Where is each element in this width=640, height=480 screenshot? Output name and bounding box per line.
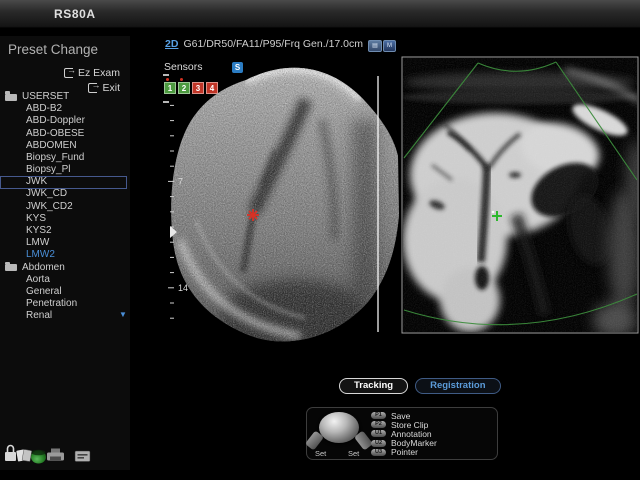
sensor-dash-top bbox=[163, 74, 169, 76]
tree-item[interactable]: Renal bbox=[0, 310, 127, 322]
tree-item[interactable]: JWK_CD bbox=[0, 189, 127, 201]
softkey-pill: U1 bbox=[371, 430, 386, 437]
set-right-label: Set bbox=[348, 449, 359, 458]
tree-item[interactable]: ABD-Doppler bbox=[0, 115, 127, 127]
monitor-badge-icon: ▤ bbox=[368, 40, 382, 52]
reference-mri-image[interactable] bbox=[402, 57, 638, 333]
image-info-bar: 2D G61/DR50/FA11/P95/Frq Gen./17.0cm bbox=[165, 38, 363, 50]
page-title: Preset Change bbox=[8, 42, 98, 57]
tree-item[interactable]: Abdomen bbox=[0, 262, 127, 274]
trackball-icon bbox=[319, 412, 359, 443]
mode-2d-label: 2D bbox=[165, 38, 178, 50]
scroll-down-icon[interactable]: ▼ bbox=[119, 310, 127, 319]
tree-item[interactable]: Biopsy_Pl bbox=[0, 164, 127, 176]
fusion-mode-buttons: Tracking Registration bbox=[339, 378, 501, 394]
ez-exam-icon bbox=[64, 68, 73, 78]
tree-item[interactable]: KYS bbox=[0, 213, 127, 225]
tree-item[interactable]: ABD-B2 bbox=[0, 103, 127, 115]
folder-icon bbox=[5, 94, 17, 101]
image-params-label: G61/DR50/FA11/P95/Frq Gen./17.0cm bbox=[183, 38, 363, 50]
tree-item[interactable]: Biopsy_Fund bbox=[0, 152, 127, 164]
m-badge-icon: M bbox=[383, 40, 396, 52]
system-model-label: RS80A bbox=[54, 7, 96, 21]
ez-exam-button[interactable]: Ez Exam bbox=[64, 67, 120, 79]
tree-item[interactable]: ABDOMEN bbox=[0, 140, 127, 152]
softkey-row: U3Pointer bbox=[371, 448, 437, 457]
tree-item[interactable]: LMW2 bbox=[0, 249, 127, 261]
softkey-pill: U2 bbox=[371, 440, 386, 447]
preset-sidebar: Preset Change Ez Exam Exit USERSET ABD-B… bbox=[0, 36, 130, 470]
preset-tree: USERSET ABD-B2 ABD-Doppler ABD-OBESE ABD… bbox=[0, 91, 130, 323]
ultrasound-image[interactable] bbox=[170, 60, 400, 345]
softkey-pill: P2 bbox=[371, 421, 386, 428]
mode-button[interactable]: Tracking bbox=[339, 378, 408, 394]
folder-icon bbox=[5, 264, 17, 271]
tree-item[interactable]: Penetration bbox=[0, 298, 127, 310]
softkey-rows: P1Save P2Store Clip U1Annotation U2BodyM… bbox=[371, 411, 437, 457]
application-window: RS80A Preset Change Ez Exam Exit USERSET… bbox=[0, 0, 640, 480]
set-left-label: Set bbox=[315, 449, 326, 458]
softkey-pill: P1 bbox=[371, 412, 386, 419]
title-bar: RS80A bbox=[0, 0, 640, 28]
tree-item[interactable]: KYS2 bbox=[0, 225, 127, 237]
tree-item[interactable]: USERSET bbox=[0, 91, 127, 103]
tree-item[interactable]: ABD-OBESE bbox=[0, 128, 127, 140]
tree-item[interactable]: Aorta bbox=[0, 274, 127, 286]
mode-button[interactable]: Registration bbox=[415, 378, 500, 394]
tree-item[interactable]: General bbox=[0, 286, 127, 298]
tree-item[interactable]: JWK_CD2 bbox=[0, 201, 127, 213]
tree-item[interactable]: LMW bbox=[0, 237, 127, 249]
softkey-panel: Set Set P1Save P2Store Clip U1Annotation… bbox=[306, 407, 498, 460]
sensor-dash-bottom bbox=[163, 101, 169, 103]
tree-item[interactable]: JWK bbox=[0, 176, 127, 188]
softkey-pill: U3 bbox=[371, 449, 386, 456]
